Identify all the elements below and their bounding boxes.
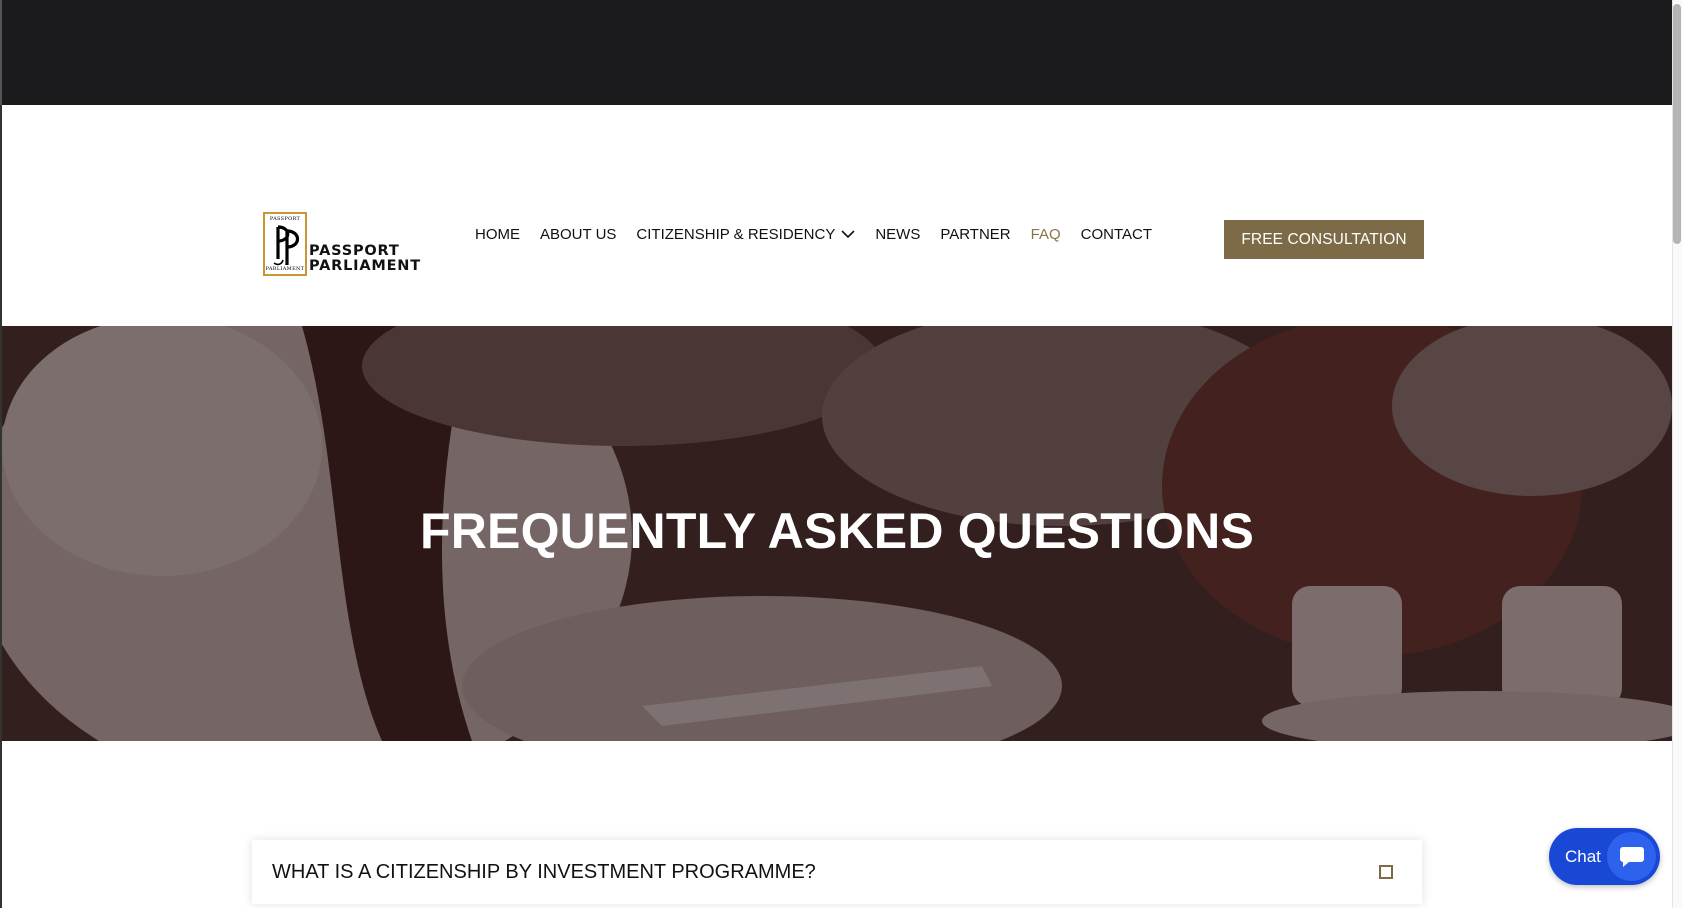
nav-about-us[interactable]: ABOUT US [540,226,616,243]
nav-faq[interactable]: FAQ [1031,226,1061,243]
logo-mark: PASSPORT PARLIAMENT [263,212,307,276]
nav-home[interactable]: HOME [475,226,520,243]
top-dark-bar [0,0,1672,105]
site-logo[interactable]: PASSPORT PARLIAMENT PASSPORT PARLIAMENT [260,209,420,277]
nav-news[interactable]: NEWS [875,226,920,243]
chevron-down-icon[interactable] [841,229,855,239]
nav-contact[interactable]: CONTACT [1081,226,1152,243]
logo-wordmark: PASSPORT PARLIAMENT [309,244,421,274]
chat-label: Chat [1565,846,1601,866]
faq-item[interactable]: WHAT IS A CITIZENSHIP BY INVESTMENT PROG… [252,840,1422,904]
page-title: FREQUENTLY ASKED QUESTIONS [419,503,1255,559]
logo-mark-top-text: PASSPORT [269,216,301,222]
logo-wordmark-line2: PARLIAMENT [309,258,421,274]
free-consultation-button[interactable]: FREE CONSULTATION [1224,220,1424,259]
page-scrollbar[interactable] [1672,0,1682,908]
logo-mark-bottom-text: PARLIAMENT [265,266,305,272]
chat-widget-button[interactable]: Chat [1549,828,1660,885]
main-nav: HOME ABOUT US CITIZENSHIP & RESIDENCY NE… [475,222,1172,246]
nav-partner[interactable]: PARTNER [940,226,1010,243]
logo-wordmark-line1: PASSPORT [309,243,400,259]
chat-bubble-icon [1607,832,1656,881]
scrollbar-thumb[interactable] [1673,4,1681,244]
logo-monogram-icon [273,225,300,266]
square-outline-icon[interactable] [1379,865,1393,879]
faq-question: WHAT IS A CITIZENSHIP BY INVESTMENT PROG… [272,860,816,883]
hero-banner: FREQUENTLY ASKED QUESTIONS [2,326,1672,741]
site-header: PASSPORT PARLIAMENT PASSPORT PARLIAMENT … [2,105,1672,326]
nav-citizenship-residency[interactable]: CITIZENSHIP & RESIDENCY [636,226,855,243]
nav-citizenship-residency-label: CITIZENSHIP & RESIDENCY [636,225,836,243]
